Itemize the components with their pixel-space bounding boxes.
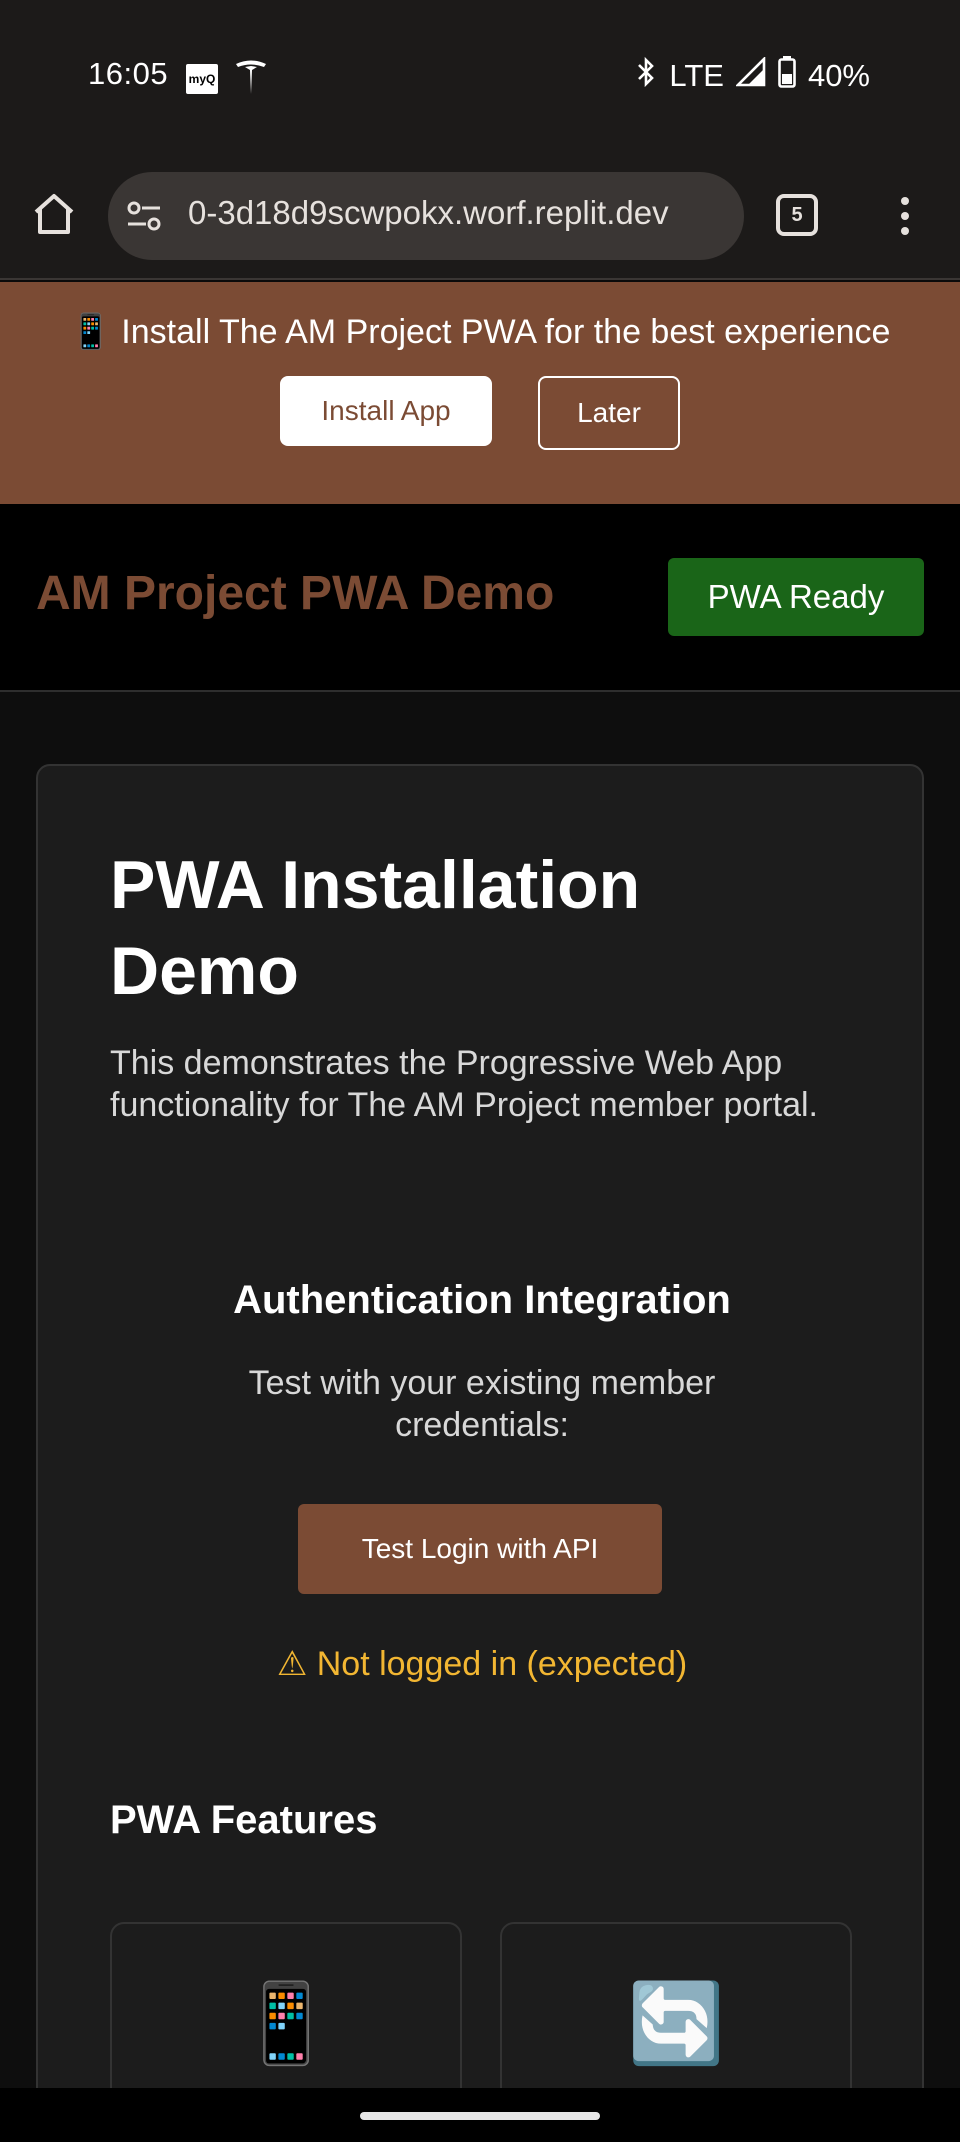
home-gesture-handle[interactable] [360,2112,600,2120]
bluetooth-icon [635,56,657,96]
myq-icon: myQ [186,64,218,94]
address-bar[interactable]: 0-3d18d9scwpokx.worf.replit.dev [108,172,744,260]
url-text[interactable]: 0-3d18d9scwpokx.worf.replit.dev [188,194,738,232]
install-banner: 📱 Install The AM Project PWA for the bes… [0,282,960,504]
network-type: LTE [669,58,724,93]
sync-arrows-icon: 🔄 [627,1979,725,2067]
tesla-icon [234,58,268,96]
auth-section-title: Authentication Integration [233,1278,731,1322]
battery-icon [778,56,796,96]
navigation-gesture-bar [0,2088,960,2142]
test-login-button[interactable]: Test Login with API [298,1504,662,1594]
install-banner-text: 📱 Install The AM Project PWA for the bes… [69,313,891,351]
more-menu-icon[interactable] [896,194,914,238]
browser-toolbar: 0-3d18d9scwpokx.worf.replit.dev 5 [0,150,960,280]
status-time: 16:05 [88,56,169,91]
battery-percent: 40% [807,58,870,93]
demo-card: PWA Installation Demo This demonstrates … [36,764,924,2142]
card-description: This demonstrates the Progressive Web Ap… [110,1044,819,1124]
signal-icon [734,55,766,95]
later-button[interactable]: Later [538,376,680,450]
app-header: AM Project PWA Demo PWA Ready [0,504,960,692]
main-content: PWA Installation Demo This demonstrates … [0,692,960,2142]
card-title: PWA Installation Demo [110,847,641,1009]
app-title: AM Project PWA Demo [36,567,555,620]
status-right: LTE 40% [635,55,870,96]
install-banner-actions: Install App Later [0,376,960,450]
home-icon[interactable] [30,190,78,238]
site-settings-icon[interactable] [126,200,162,232]
features-title: PWA Features [110,1798,378,1842]
mobile-phone-icon: 📱 [237,1979,335,2067]
login-status: ⚠ Not logged in (expected) [276,1645,688,1683]
tab-switcher-button[interactable]: 5 [776,194,818,236]
status-bar: 16:05 myQ LTE 40% [0,0,960,150]
install-app-button[interactable]: Install App [280,376,492,446]
pwa-ready-badge: PWA Ready [668,558,924,636]
auth-section-description: Test with your existing member credentia… [248,1364,716,1444]
